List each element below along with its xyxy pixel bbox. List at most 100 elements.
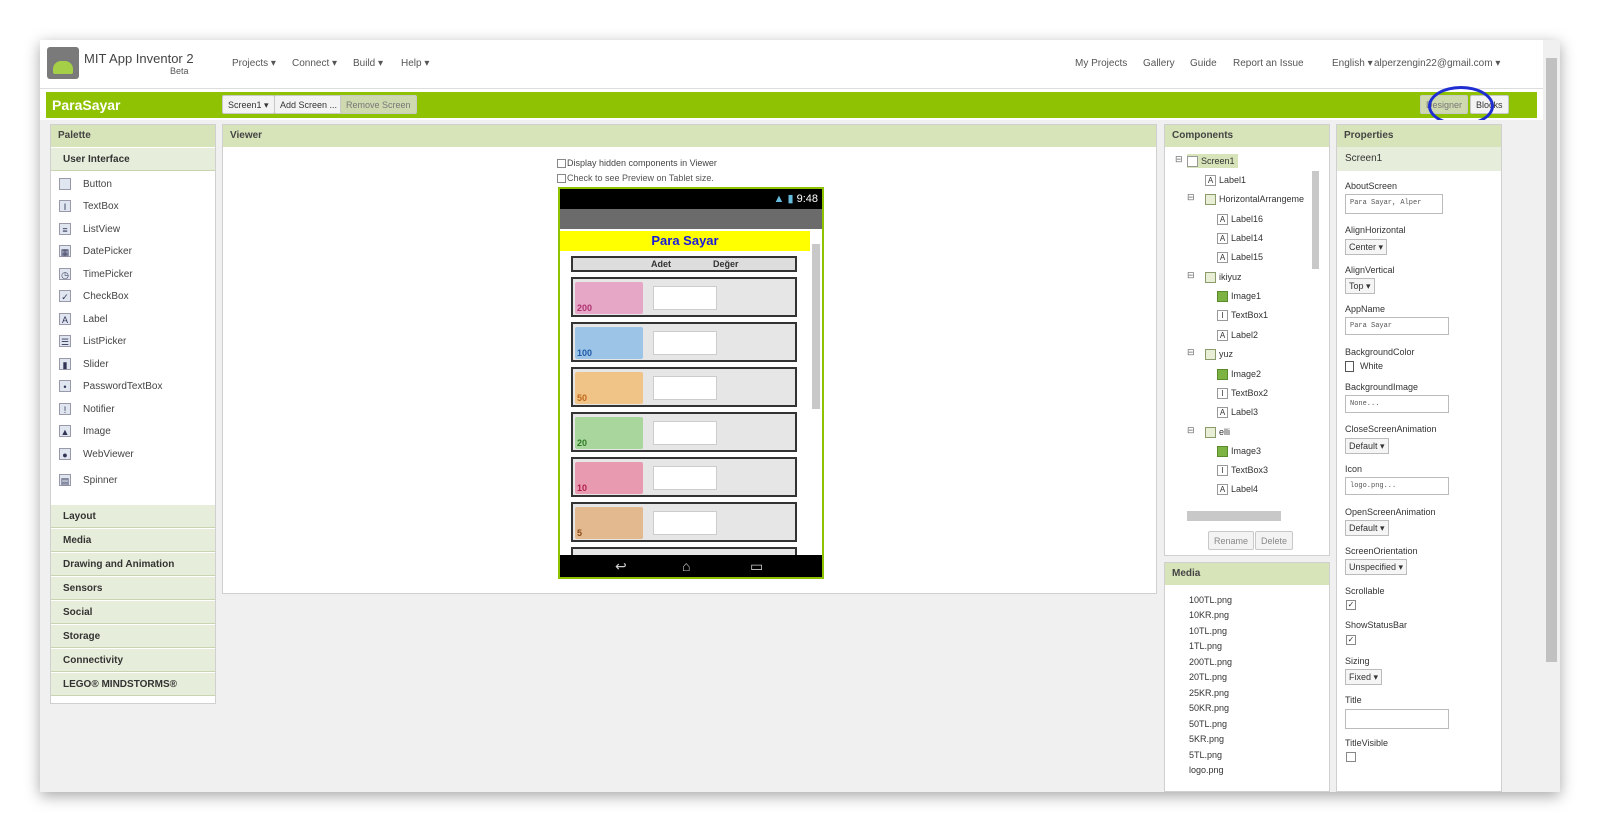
- language-menu[interactable]: English ▾: [1332, 58, 1373, 69]
- textbox-20[interactable]: [653, 421, 717, 445]
- palette-item-passwordtextbox[interactable]: • PasswordTextBox: [59, 379, 162, 395]
- menu-connect[interactable]: Connect ▾: [292, 58, 337, 69]
- collapse-icon[interactable]: ⊟: [1187, 347, 1195, 358]
- background-image-field[interactable]: None...: [1345, 395, 1449, 413]
- tree-ikiyuz[interactable]: ikiyuz: [1205, 270, 1242, 284]
- tree-label15[interactable]: A Label15: [1217, 250, 1263, 264]
- menu-help[interactable]: Help ▾: [401, 58, 429, 69]
- textbox-10[interactable]: [653, 466, 717, 490]
- tree-label1[interactable]: A Label1: [1205, 173, 1246, 187]
- tree-screen1[interactable]: Screen1: [1187, 154, 1238, 168]
- palette-category-layout[interactable]: Layout: [51, 504, 215, 528]
- add-screen-button[interactable]: Add Screen ...: [274, 95, 344, 114]
- media-item[interactable]: logo.png: [1189, 765, 1224, 775]
- palette-item-textbox[interactable]: I TextBox: [59, 199, 119, 215]
- palette-item-spinner[interactable]: ▤ Spinner: [59, 473, 117, 489]
- palette-item-notifier[interactable]: ! Notifier: [59, 402, 115, 418]
- align-horizontal-dropdown[interactable]: Center ▾: [1345, 239, 1388, 255]
- tree-elli[interactable]: elli: [1205, 425, 1230, 439]
- collapse-icon[interactable]: ⊟: [1187, 192, 1195, 203]
- menu-projects[interactable]: Projects ▾: [232, 58, 276, 69]
- palette-item-webviewer[interactable]: ● WebViewer: [59, 447, 134, 463]
- screen-orientation-dropdown[interactable]: Unspecified ▾: [1345, 559, 1408, 575]
- palette-item-slider[interactable]: ▮ Slider: [59, 357, 109, 373]
- palette-category-sensors[interactable]: Sensors: [51, 576, 215, 600]
- textbox-5[interactable]: [653, 511, 717, 535]
- palette-category-drawing[interactable]: Drawing and Animation: [51, 552, 215, 576]
- background-color-picker[interactable]: White: [1345, 361, 1383, 373]
- palette-category-connectivity[interactable]: Connectivity: [51, 648, 215, 672]
- media-item[interactable]: 100TL.png: [1189, 595, 1232, 605]
- tree-image3[interactable]: Image3: [1217, 444, 1261, 458]
- phone-scrollbar[interactable]: [812, 244, 820, 409]
- media-item[interactable]: 20TL.png: [1189, 672, 1227, 682]
- media-item[interactable]: 50TL.png: [1189, 719, 1227, 729]
- components-hscrollbar[interactable]: [1187, 511, 1281, 521]
- show-status-bar-checkbox[interactable]: ✓: [1346, 635, 1356, 645]
- textbox-100[interactable]: [653, 331, 717, 355]
- open-animation-dropdown[interactable]: Default ▾: [1345, 520, 1389, 536]
- tree-textbox2[interactable]: I TextBox2: [1217, 386, 1268, 400]
- textbox-50[interactable]: [653, 376, 717, 400]
- tree-horizontalarrangement[interactable]: HorizontalArrangeme: [1205, 192, 1304, 206]
- components-vscrollbar[interactable]: [1312, 171, 1319, 269]
- collapse-icon[interactable]: ⊟: [1187, 270, 1195, 281]
- sizing-dropdown[interactable]: Fixed ▾: [1345, 669, 1383, 685]
- media-item[interactable]: 1TL.png: [1189, 641, 1222, 651]
- link-guide[interactable]: Guide: [1190, 58, 1217, 69]
- tablet-preview-toggle[interactable]: Check to see Preview on Tablet size.: [557, 173, 714, 184]
- palette-item-checkbox[interactable]: ✓ CheckBox: [59, 289, 129, 305]
- delete-button[interactable]: Delete: [1255, 531, 1294, 550]
- app-name-field[interactable]: Para Sayar: [1345, 317, 1449, 335]
- palette-item-button[interactable]: Button: [59, 177, 112, 193]
- rename-button[interactable]: Rename: [1208, 531, 1255, 550]
- media-item[interactable]: 200TL.png: [1189, 657, 1232, 667]
- icon-field[interactable]: logo.png...: [1345, 477, 1449, 495]
- back-icon[interactable]: ↩: [615, 555, 627, 577]
- about-screen-field[interactable]: Para Sayar, Alper: [1345, 194, 1443, 214]
- palette-item-datepicker[interactable]: ▦ DatePicker: [59, 244, 132, 260]
- recent-apps-icon[interactable]: ▭: [750, 555, 763, 577]
- palette-category-storage[interactable]: Storage: [51, 624, 215, 648]
- link-gallery[interactable]: Gallery: [1143, 58, 1175, 69]
- media-item[interactable]: 25KR.png: [1189, 688, 1229, 698]
- account-menu[interactable]: alperzengin22@gmail.com ▾: [1374, 58, 1500, 69]
- tree-label4[interactable]: A Label4: [1217, 482, 1258, 496]
- media-item[interactable]: 50KR.png: [1189, 703, 1229, 713]
- tree-textbox1[interactable]: I TextBox1: [1217, 308, 1268, 322]
- tree-label14[interactable]: A Label14: [1217, 231, 1263, 245]
- media-item[interactable]: 10KR.png: [1189, 610, 1229, 620]
- tablet-checkbox[interactable]: [557, 174, 566, 184]
- app-inventor-logo-icon[interactable]: [47, 47, 79, 79]
- tree-label2[interactable]: A Label2: [1217, 328, 1258, 342]
- title-field[interactable]: [1345, 709, 1449, 729]
- palette-item-timepicker[interactable]: ◷ TimePicker: [59, 267, 133, 283]
- tree-image1[interactable]: Image1: [1217, 289, 1261, 303]
- media-item[interactable]: 5TL.png: [1189, 750, 1222, 760]
- palette-item-image[interactable]: ▲ Image: [59, 424, 111, 440]
- media-item[interactable]: 5KR.png: [1189, 734, 1224, 744]
- tree-label3[interactable]: A Label3: [1217, 405, 1258, 419]
- tree-image2[interactable]: Image2: [1217, 367, 1261, 381]
- media-item[interactable]: 10TL.png: [1189, 626, 1227, 636]
- remove-screen-button[interactable]: Remove Screen: [340, 95, 417, 114]
- palette-item-label[interactable]: A Label: [59, 312, 107, 328]
- link-my-projects[interactable]: My Projects: [1075, 58, 1127, 69]
- scrollable-checkbox[interactable]: ✓: [1346, 600, 1356, 610]
- title-visible-checkbox[interactable]: [1346, 752, 1356, 762]
- collapse-icon[interactable]: ⊟: [1175, 154, 1183, 165]
- link-report-issue[interactable]: Report an Issue: [1233, 58, 1304, 69]
- hidden-checkbox[interactable]: [557, 159, 566, 169]
- tree-yuz[interactable]: yuz: [1205, 347, 1233, 361]
- palette-category-media[interactable]: Media: [51, 528, 215, 552]
- collapse-icon[interactable]: ⊟: [1187, 425, 1195, 436]
- home-icon[interactable]: ⌂: [682, 555, 690, 577]
- menu-build[interactable]: Build ▾: [353, 58, 383, 69]
- hidden-components-toggle[interactable]: Display hidden components in Viewer: [557, 158, 717, 169]
- close-animation-dropdown[interactable]: Default ▾: [1345, 438, 1389, 454]
- window-scrollbar-thumb[interactable]: [1546, 58, 1557, 662]
- palette-item-listview[interactable]: ≡ ListView: [59, 222, 120, 238]
- palette-item-listpicker[interactable]: ☰ ListPicker: [59, 334, 126, 350]
- palette-section-user-interface[interactable]: User Interface: [51, 147, 215, 171]
- tree-label16[interactable]: A Label16: [1217, 212, 1263, 226]
